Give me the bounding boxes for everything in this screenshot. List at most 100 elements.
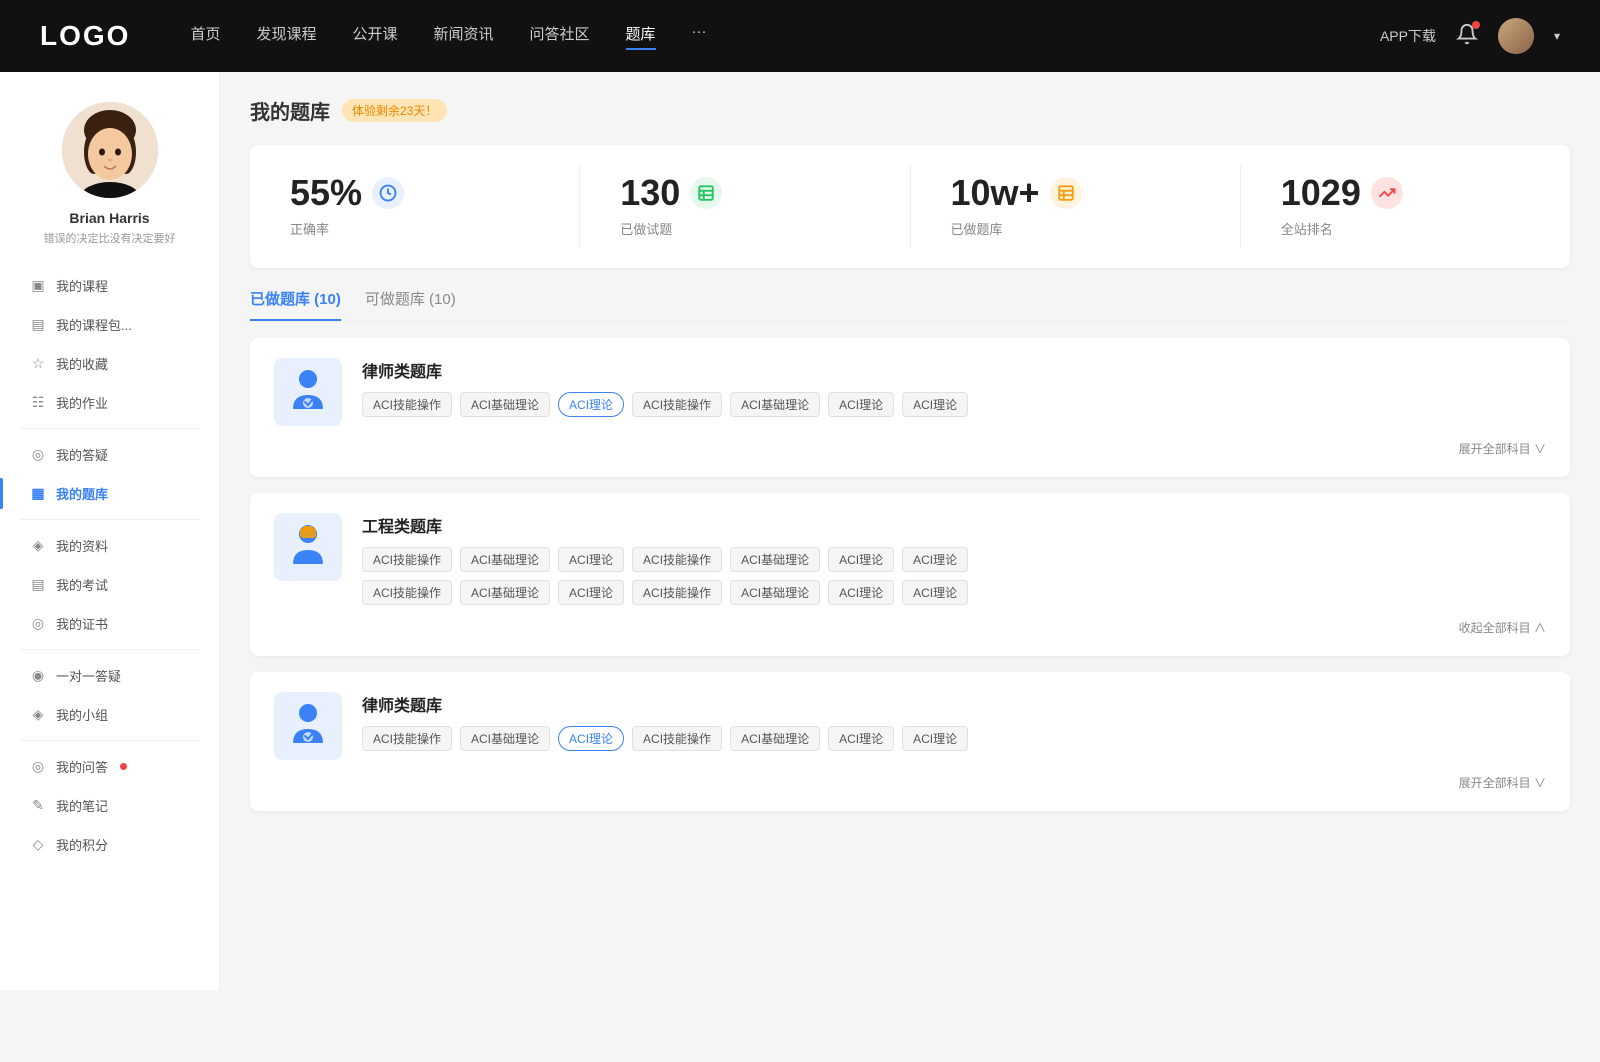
qbank-tags-row: ACI技能操作 ACI基础理论 ACI理论 ACI技能操作 ACI基础理论 ACI理论 AC…	[362, 726, 1546, 751]
avatar[interactable]	[1498, 18, 1534, 54]
sidebar-item-notes[interactable]: ✎ 我的笔记	[0, 786, 219, 825]
tag[interactable]: ACI技能操作	[362, 580, 452, 605]
nav-item-新闻资讯[interactable]: 新闻资讯	[434, 23, 494, 50]
homework-icon: ☷	[30, 395, 46, 411]
nav-item-首页[interactable]: 首页	[190, 23, 220, 50]
sidebar-menu: ▣我的课程▤我的课程包...☆我的收藏☷我的作业◎我的答疑▦我的题库◈我的资料▤…	[0, 266, 219, 864]
nav-item-发现课程[interactable]: 发现课程	[256, 23, 316, 50]
notification-dot-myqa	[120, 763, 127, 770]
tag[interactable]: ACI理论	[902, 547, 968, 572]
avatar-image	[1498, 18, 1534, 54]
collapse-link-2[interactable]: 收起全部科目 ∧	[274, 619, 1546, 636]
tag[interactable]: ACI技能操作	[632, 392, 722, 417]
tag[interactable]: ACI技能操作	[632, 726, 722, 751]
tag[interactable]: ACI理论	[558, 392, 624, 417]
tag[interactable]: ACI理论	[828, 392, 894, 417]
account-chevron[interactable]: ▾	[1554, 29, 1560, 43]
sidebar-label-group: 我的小组	[56, 705, 108, 724]
nav-item-···[interactable]: ···	[692, 23, 707, 50]
navbar-right: APP下载 ▾	[1380, 18, 1560, 54]
sidebar-item-homework[interactable]: ☷我的作业	[0, 383, 219, 422]
tag[interactable]: ACI技能操作	[632, 580, 722, 605]
nav-item-公开课[interactable]: 公开课	[352, 23, 397, 50]
tag[interactable]: ACI理论	[828, 547, 894, 572]
tag[interactable]: ACI基础理论	[460, 580, 550, 605]
tag[interactable]: ACI基础理论	[730, 547, 820, 572]
sidebar-motto: 错误的决定比没有决定要好	[28, 230, 192, 246]
tab-可做题库 (10)[interactable]: 可做题库 (10)	[365, 288, 456, 321]
nav-item-题库[interactable]: 题库	[626, 23, 656, 50]
points-icon: ◇	[30, 837, 46, 853]
tag[interactable]: ACI理论	[828, 726, 894, 751]
sidebar-label-myqa: 我的问答	[56, 757, 108, 776]
sidebar-item-profile[interactable]: ◈ 我的资料	[0, 526, 219, 565]
stat-已做试题: 130已做试题	[580, 165, 910, 248]
qbank-card-3: 律师类题库ACI技能操作ACI基础理论ACI理论ACI技能操作ACI基础理论AC…	[250, 672, 1570, 811]
app-download-button[interactable]: APP下载	[1380, 26, 1436, 46]
notes-icon: ✎	[30, 798, 46, 814]
tag[interactable]: ACI基础理论	[730, 392, 820, 417]
tag[interactable]: ACI基础理论	[730, 726, 820, 751]
tag[interactable]: ACI理论	[902, 580, 968, 605]
tag[interactable]: ACI基础理论	[730, 580, 820, 605]
qbank-icon-3	[274, 692, 342, 760]
sidebar: Brian Harris 错误的决定比没有决定要好 ▣我的课程▤我的课程包...…	[0, 72, 220, 990]
sidebar-label-notes: 我的笔记	[56, 796, 108, 815]
sidebar-item-tutor[interactable]: ◉ 一对一答疑	[0, 656, 219, 695]
tag[interactable]: ACI理论	[902, 726, 968, 751]
menu-divider	[20, 519, 199, 520]
qbank-tags-row: ACI技能操作 ACI基础理论 ACI理论 ACI技能操作 ACI基础理论 ACI理论 AC…	[362, 547, 1546, 572]
sidebar-label-profile: 我的资料	[56, 536, 108, 555]
stat-label: 已做题库	[951, 219, 1003, 238]
tag[interactable]: ACI技能操作	[362, 392, 452, 417]
sidebar-label-exam: 我的考试	[56, 575, 108, 594]
sidebar-item-course[interactable]: ▣我的课程	[0, 266, 219, 305]
sidebar-item-course-pkg[interactable]: ▤我的课程包...	[0, 305, 219, 344]
qbank-name: 律师类题库	[362, 692, 1546, 716]
page-header: 我的题库 体验剩余23天！	[250, 96, 1570, 125]
stat-value: 55%	[290, 175, 362, 211]
qbank-tags-row-2: ACI技能操作 ACI基础理论 ACI理论 ACI技能操作 ACI基础理论 ACI理论 AC…	[362, 580, 1546, 605]
sidebar-label-points: 我的积分	[56, 835, 108, 854]
sidebar-label-course-pkg: 我的课程包...	[56, 315, 132, 334]
tag[interactable]: ACI理论	[828, 580, 894, 605]
notification-bell[interactable]	[1456, 23, 1478, 50]
sidebar-label-tutor: 一对一答疑	[56, 666, 121, 685]
profile-icon: ◈	[30, 538, 46, 554]
sidebar-item-group[interactable]: ◈ 我的小组	[0, 695, 219, 734]
tag[interactable]: ACI理论	[558, 726, 624, 751]
tag[interactable]: ACI基础理论	[460, 547, 550, 572]
tag[interactable]: ACI技能操作	[362, 726, 452, 751]
tutor-icon: ◉	[30, 668, 46, 684]
sidebar-label-course: 我的课程	[56, 276, 108, 295]
tag[interactable]: ACI技能操作	[632, 547, 722, 572]
sidebar-item-qa[interactable]: ◎我的答疑	[0, 435, 219, 474]
logo[interactable]: LOGO	[40, 20, 130, 52]
sidebar-item-favorites[interactable]: ☆我的收藏	[0, 344, 219, 383]
tag[interactable]: ACI理论	[558, 547, 624, 572]
sidebar-item-points[interactable]: ◇ 我的积分	[0, 825, 219, 864]
stat-正确率: 55%正确率	[250, 165, 580, 248]
tag[interactable]: ACI基础理论	[460, 392, 550, 417]
qbank-icon: ▦	[30, 486, 46, 502]
nav-item-问答社区[interactable]: 问答社区	[530, 23, 590, 50]
expand-link-1[interactable]: 展开全部科目 ∨	[274, 440, 1546, 457]
tag[interactable]: ACI理论	[902, 392, 968, 417]
tag[interactable]: ACI基础理论	[460, 726, 550, 751]
sidebar-label-qa: 我的答疑	[56, 445, 108, 464]
tag[interactable]: ACI技能操作	[362, 547, 452, 572]
cert-icon: ◎	[30, 616, 46, 632]
sidebar-item-cert[interactable]: ◎我的证书	[0, 604, 219, 643]
tab-已做题库 (10)[interactable]: 已做题库 (10)	[250, 288, 341, 321]
sidebar-item-qbank[interactable]: ▦我的题库	[0, 474, 219, 513]
menu-divider	[20, 649, 199, 650]
nav-menu: 首页 发现课程 公开课 新闻资讯 问答社区 题库 ···	[190, 23, 1380, 50]
favorites-icon: ☆	[30, 356, 46, 372]
tag[interactable]: ACI理论	[558, 580, 624, 605]
exam-icon: ▤	[30, 577, 46, 593]
page-title: 我的题库	[250, 96, 330, 125]
group-icon: ◈	[30, 707, 46, 723]
sidebar-item-exam[interactable]: ▤ 我的考试	[0, 565, 219, 604]
expand-link-3[interactable]: 展开全部科目 ∨	[274, 774, 1546, 791]
sidebar-item-myqa[interactable]: ◎我的问答	[0, 747, 219, 786]
